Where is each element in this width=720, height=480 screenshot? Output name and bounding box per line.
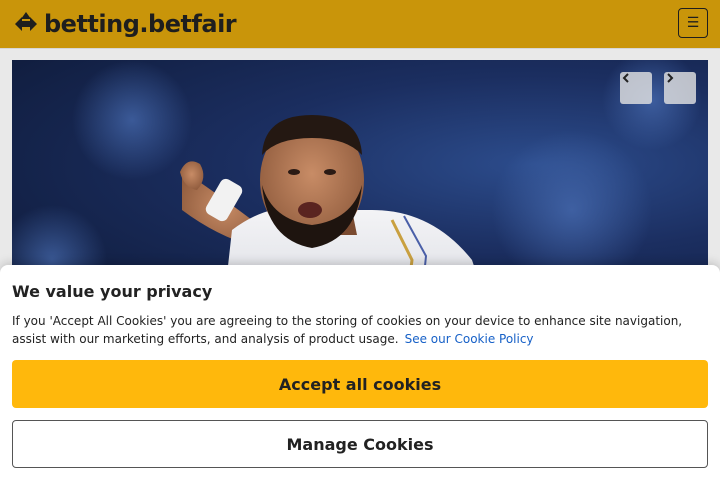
cookie-banner-title: We value your privacy	[12, 282, 213, 301]
manage-cookies-button[interactable]: Manage Cookies	[12, 420, 708, 468]
cookie-banner-text: If you 'Accept All Cookies' you are agre…	[12, 312, 702, 348]
carousel-prev-button[interactable]	[620, 72, 652, 104]
betfair-logo[interactable]: betting.betfair	[12, 9, 237, 39]
cookie-consent-banner: We value your privacy If you 'Accept All…	[0, 265, 720, 480]
accept-all-cookies-button[interactable]: Accept all cookies	[12, 360, 708, 408]
site-header: betting.betfair ☰	[0, 0, 720, 48]
chevron-left-icon	[622, 73, 629, 83]
cookie-policy-link[interactable]: See our Cookie Policy	[405, 332, 534, 346]
hamburger-menu-icon: ☰	[686, 15, 700, 31]
betfair-arrows-logo-icon	[15, 12, 37, 31]
menu-button[interactable]: ☰	[678, 8, 708, 38]
carousel-next-button[interactable]	[664, 72, 696, 104]
cookie-banner-body: If you 'Accept All Cookies' you are agre…	[12, 314, 683, 346]
chevron-right-icon	[667, 73, 674, 83]
logo-text: betting.betfair	[44, 10, 237, 38]
